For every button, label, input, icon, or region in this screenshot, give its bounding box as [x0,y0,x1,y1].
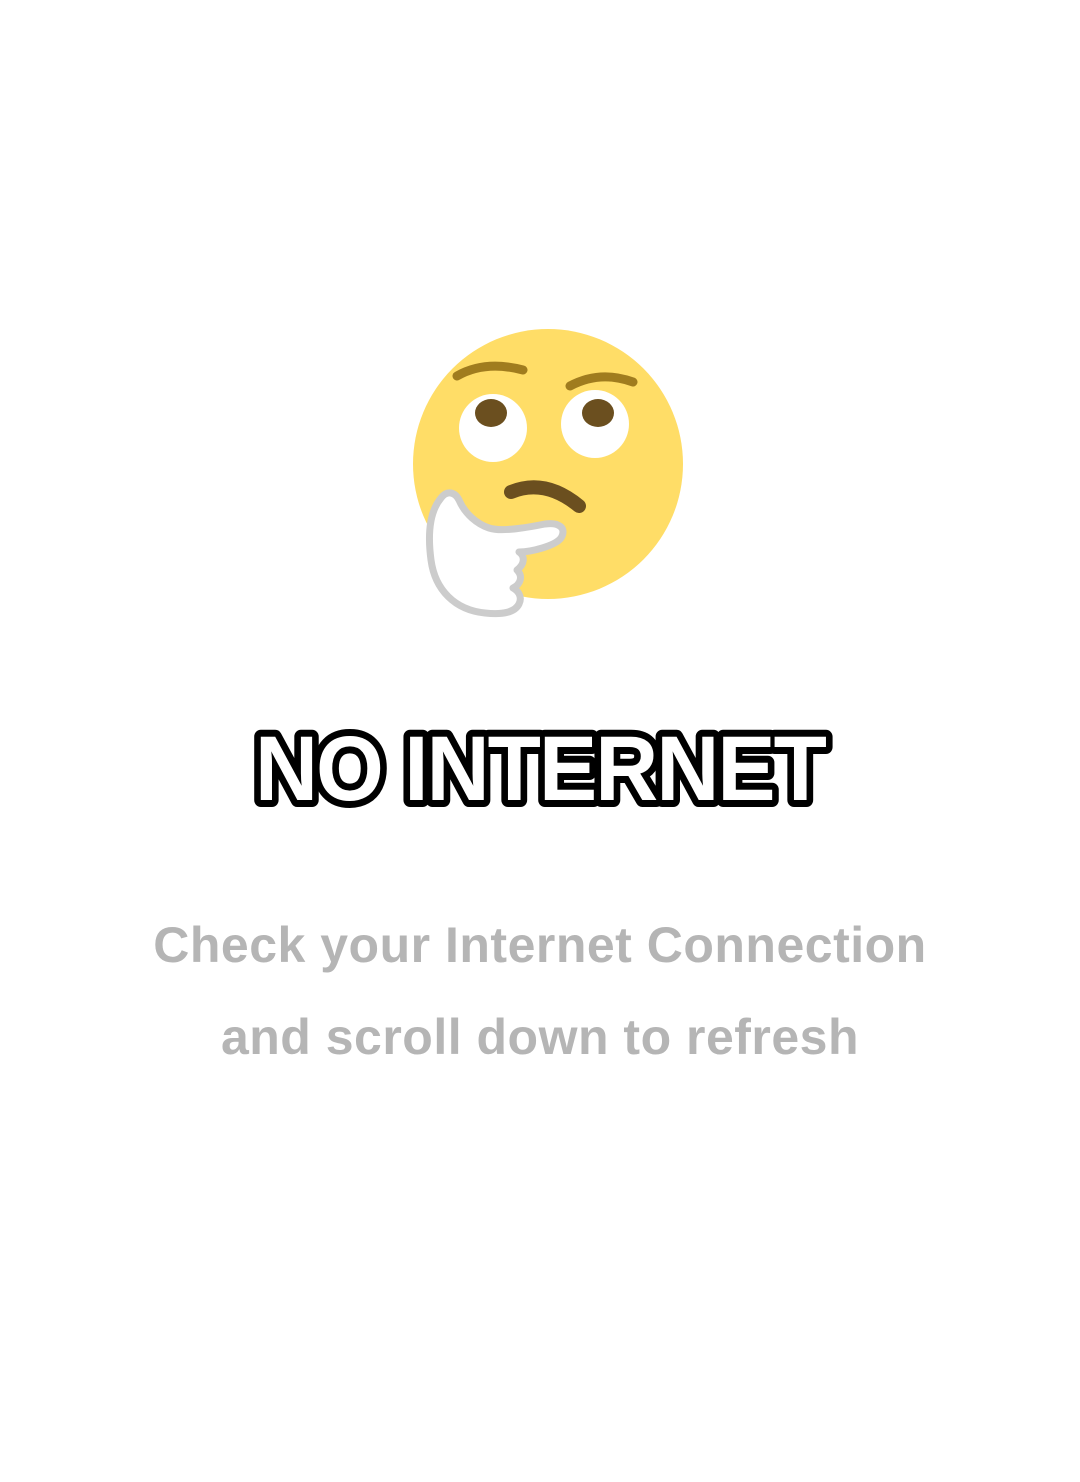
message-line-2: and scroll down to refresh [220,1009,860,1065]
message-line-1: Check your Internet Connection [153,917,927,973]
page-title: NO INTERNET [0,700,1080,840]
no-internet-title: NO INTERNET [255,718,827,820]
thinking-face-icon [405,320,695,630]
no-internet-screen: NO INTERNET Check your Internet Connecti… [0,0,1080,1482]
